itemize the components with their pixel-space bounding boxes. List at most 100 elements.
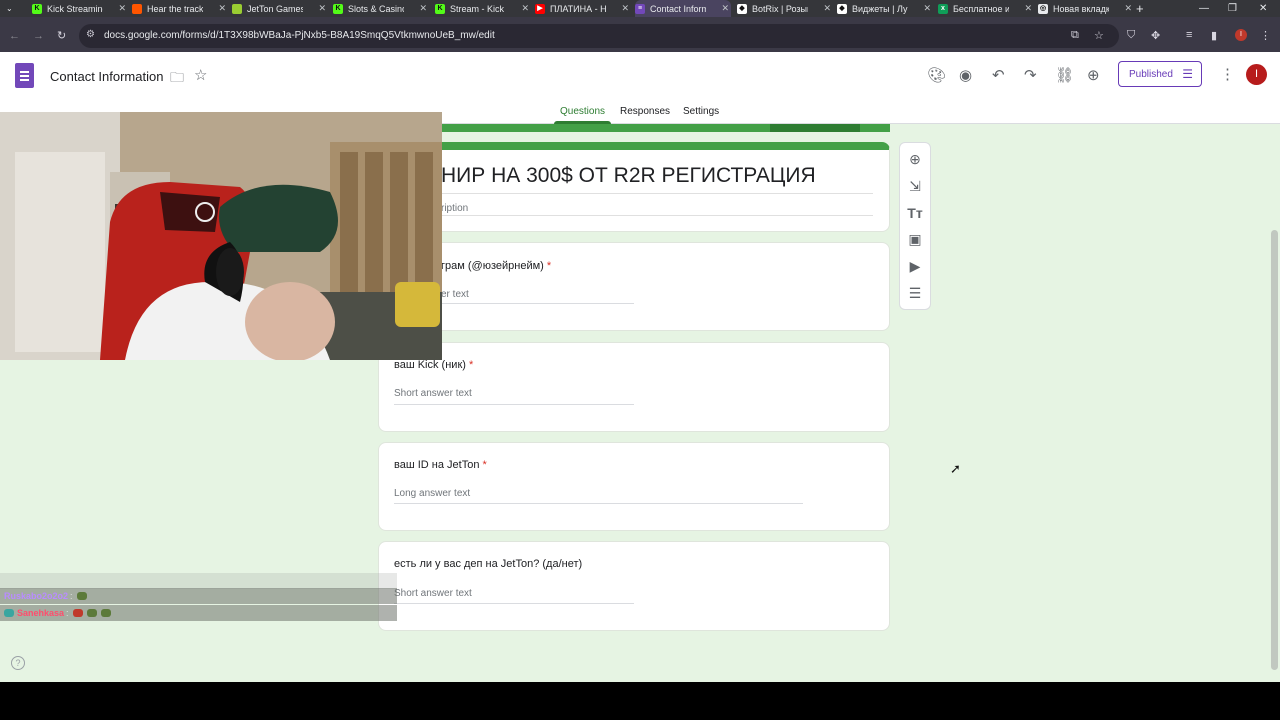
account-avatar[interactable]: I: [1246, 64, 1267, 85]
preview-eye-icon[interactable]: ◉: [959, 66, 972, 84]
reload-icon[interactable]: ↻: [57, 29, 66, 42]
add-section-icon[interactable]: ☰: [907, 285, 923, 302]
scrollbar-thumb[interactable]: [1271, 230, 1278, 670]
tab-responses[interactable]: Responses: [620, 106, 670, 117]
tab-search-icon[interactable]: ⌄: [6, 0, 13, 17]
close-tab-icon[interactable]: ✕: [218, 3, 226, 14]
published-label: Published: [1129, 68, 1173, 80]
answer-underline: [394, 503, 803, 504]
soundcloud-favicon-icon: [132, 3, 142, 14]
chrome-favicon-icon: ◎: [1038, 3, 1048, 14]
mouse-cursor-icon: ➚: [950, 461, 961, 476]
add-question-icon[interactable]: ⊕: [907, 151, 923, 168]
question-card[interactable]: [378, 242, 890, 331]
customize-theme-icon[interactable]: 🎨︎: [927, 66, 946, 84]
question-title[interactable]: ваш ID на JetTon *: [394, 459, 487, 471]
minimize-icon[interactable]: —: [1199, 0, 1209, 17]
google-forms-favicon-icon: ≡: [635, 3, 645, 14]
chat-emote-icon: [76, 592, 87, 600]
browser-profile-avatar[interactable]: I: [1235, 29, 1247, 41]
site-info-icon[interactable]: ⚙: [86, 29, 95, 40]
browser-tab[interactable]: ≡ Contact Inform ✕: [635, 0, 731, 17]
tab-title: Stream - Kick D: [450, 3, 506, 14]
chat-badge-icon: [4, 609, 14, 617]
question-title[interactable]: ваш Kick (ник) *: [394, 359, 473, 371]
form-description-field[interactable]: ription: [441, 203, 468, 214]
translate-icon[interactable]: ⧉: [1071, 29, 1079, 42]
close-tab-icon[interactable]: ✕: [318, 3, 326, 14]
browser-tab[interactable]: ◆ BotRix | Розыгр ✕: [737, 0, 833, 17]
shield-extension-icon[interactable]: ⛉: [1127, 29, 1135, 42]
required-asterisk: *: [546, 260, 552, 272]
move-to-folder-icon[interactable]: 🗀: [170, 67, 184, 91]
close-tab-icon[interactable]: ✕: [118, 3, 126, 14]
close-tab-icon[interactable]: ✕: [721, 3, 729, 14]
browser-tab[interactable]: K Kick Streaming ✕: [32, 0, 128, 17]
import-questions-icon[interactable]: ⇲: [907, 178, 923, 195]
tab-title: Виджеты | Луч: [852, 3, 908, 14]
question-title[interactable]: есть ли у вас деп на JetTon? (да/нет): [394, 558, 582, 570]
kick-favicon-icon: K: [435, 3, 445, 14]
forward-icon[interactable]: →: [33, 30, 44, 42]
browser-tab[interactable]: x Бесплатное и ✕: [938, 0, 1034, 17]
chat-message: Ruskabo2o2o2 :: [0, 588, 397, 604]
question-card[interactable]: [378, 541, 890, 631]
close-tab-icon[interactable]: ✕: [923, 3, 931, 14]
tab-title: Slots & Casino: [348, 3, 404, 14]
tab-title: ПЛАТИНА - Не: [550, 3, 606, 14]
question-text: есть ли у вас деп на JetTon? (да/нет): [394, 558, 583, 570]
google-forms-logo[interactable]: [15, 63, 34, 88]
close-tab-icon[interactable]: ✕: [1024, 3, 1032, 14]
chat-emote-icon: [72, 609, 83, 617]
media-control-icon[interactable]: ≡: [1186, 29, 1192, 41]
description-underline: [441, 215, 873, 216]
browser-tab[interactable]: JetTon Games ✕: [232, 0, 328, 17]
browser-tab[interactable]: ◎ Новая вкладка ✕: [1038, 0, 1134, 17]
back-icon[interactable]: ←: [9, 30, 20, 42]
browser-tab[interactable]: Hear the tracks ✕: [132, 0, 228, 17]
tab-settings[interactable]: Settings: [683, 106, 719, 117]
add-video-icon[interactable]: ▶: [907, 258, 923, 275]
restore-icon[interactable]: ❐: [1228, 0, 1237, 17]
close-window-icon[interactable]: ✕: [1259, 0, 1267, 17]
add-image-icon[interactable]: ▣: [907, 231, 923, 248]
chat-username: Sanehkasa: [17, 608, 65, 618]
side-panel-icon[interactable]: ▮: [1211, 29, 1217, 42]
add-title-icon[interactable]: Tт: [907, 205, 923, 221]
star-icon[interactable]: ☆: [194, 66, 207, 84]
published-button[interactable]: Published ☰: [1118, 61, 1202, 87]
extensions-icon[interactable]: ✥: [1151, 29, 1160, 42]
answer-underline: [441, 303, 634, 304]
browser-menu-icon[interactable]: ⋮: [1260, 29, 1271, 42]
browser-tab[interactable]: K Stream - Kick D ✕: [435, 0, 531, 17]
browser-tab[interactable]: ▶ ПЛАТИНА - Не ✕: [535, 0, 631, 17]
close-tab-icon[interactable]: ✕: [419, 3, 427, 14]
close-tab-icon[interactable]: ✕: [1124, 3, 1132, 14]
form-doc-title[interactable]: Contact Information: [50, 69, 163, 84]
form-title[interactable]: НИР НА 300$ ОТ R2R РЕГИСТРАЦИЯ: [441, 164, 816, 188]
browser-tab[interactable]: K Slots & Casino ✕: [333, 0, 429, 17]
header-image-stripe: [378, 124, 890, 132]
more-options-icon[interactable]: ⋮: [1220, 65, 1235, 83]
kick-favicon-icon: K: [32, 3, 42, 14]
question-card[interactable]: [378, 342, 890, 432]
bookmark-star-icon[interactable]: ☆: [1094, 29, 1104, 42]
question-card[interactable]: [378, 442, 890, 531]
tab-title: Hear the tracks: [147, 3, 203, 14]
url-text[interactable]: docs.google.com/forms/d/1T3X98bWBaJa-PjN…: [104, 30, 495, 41]
answer-placeholder: Long answer text: [394, 488, 471, 499]
tab-questions[interactable]: Questions: [560, 106, 605, 117]
new-tab-button[interactable]: +: [1136, 0, 1144, 17]
copy-link-icon[interactable]: ⛓: [1055, 66, 1074, 84]
close-tab-icon[interactable]: ✕: [823, 3, 831, 14]
add-collaborator-icon[interactable]: ⊕: [1087, 66, 1100, 84]
redo-icon[interactable]: ↷: [1024, 66, 1037, 84]
close-tab-icon[interactable]: ✕: [521, 3, 529, 14]
browser-tab[interactable]: ◆ Виджеты | Луч ✕: [837, 0, 933, 17]
question-title[interactable]: грам (@юзейрнейм) *: [441, 260, 551, 272]
undo-icon[interactable]: ↶: [992, 66, 1005, 84]
close-tab-icon[interactable]: ✕: [621, 3, 629, 14]
kick-favicon-icon: K: [333, 3, 343, 14]
help-icon[interactable]: ?: [11, 656, 25, 670]
tab-title: JetTon Games: [247, 3, 303, 14]
